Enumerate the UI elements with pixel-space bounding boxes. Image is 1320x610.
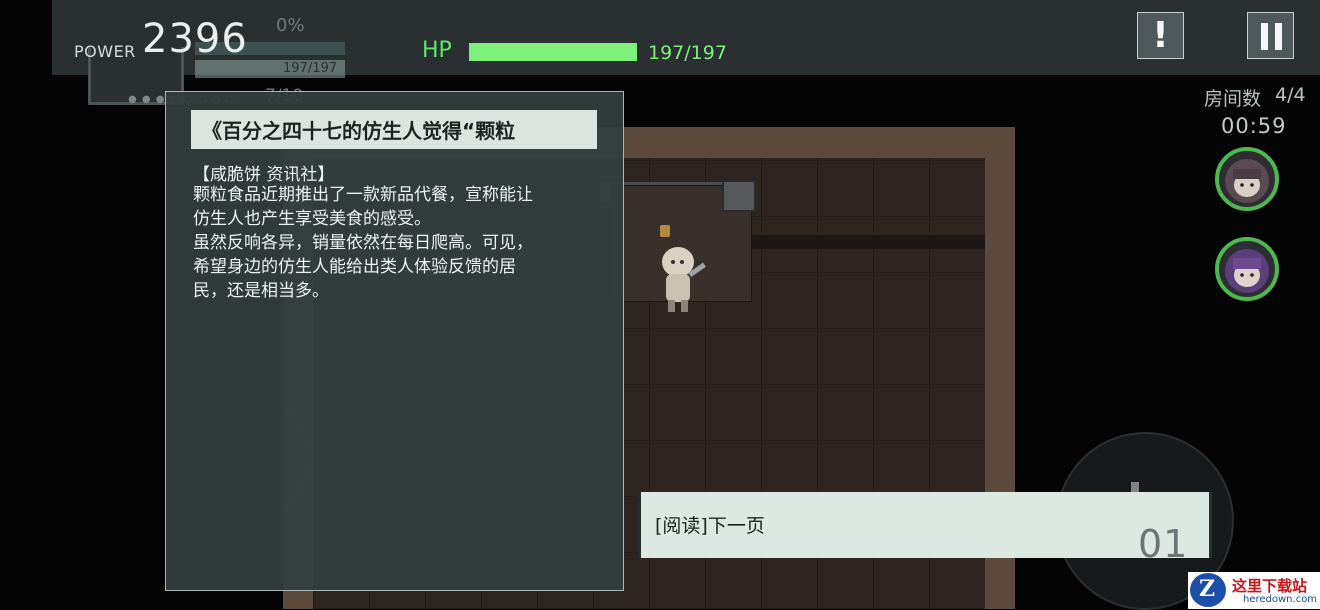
watermark-logo-letter: Z	[1199, 576, 1216, 602]
ally-portrait-2[interactable]	[1215, 237, 1279, 301]
room-count-label: 房间数	[1204, 88, 1262, 110]
charge-percent: 0%	[276, 15, 305, 36]
watermark-name: 这里下载站	[1232, 577, 1308, 595]
document-source: 【咸脆饼 资讯社】	[193, 165, 335, 185]
player-character	[650, 240, 710, 315]
watermark-url: heredown.com	[1243, 594, 1318, 605]
lamp	[660, 225, 670, 237]
hp-value: 197/197	[648, 42, 727, 64]
power-value: 2396	[142, 16, 248, 62]
exclamation-icon: !	[1152, 15, 1169, 56]
wall-stripe	[752, 235, 985, 249]
alert-button[interactable]: !	[1137, 12, 1184, 59]
hp-label: HP	[422, 38, 452, 63]
hp-bar-fill	[469, 43, 637, 61]
page-number: 01	[1138, 522, 1189, 566]
ally-portrait-icon	[1225, 159, 1269, 203]
pause-button[interactable]	[1247, 12, 1294, 59]
timer: 00:59	[1221, 114, 1287, 138]
document-body: 颗粒食品近期推出了一款新品代餐，宣称能让 仿生人也产生享受美食的感受。 虽然反响…	[193, 185, 533, 301]
ally-portrait-icon	[1225, 249, 1269, 293]
character-hp-text: 197/197	[283, 61, 338, 76]
pause-icon	[1248, 13, 1293, 58]
ally-portrait-1[interactable]	[1215, 147, 1279, 211]
terminal-object	[722, 180, 756, 212]
room-count-value: 4/4	[1275, 84, 1306, 106]
document-title: 《百分之四十七的仿生人觉得“颗粒	[202, 119, 516, 143]
power-label: POWER	[74, 42, 136, 61]
next-page-label[interactable]: [阅读]下一页	[655, 511, 765, 538]
